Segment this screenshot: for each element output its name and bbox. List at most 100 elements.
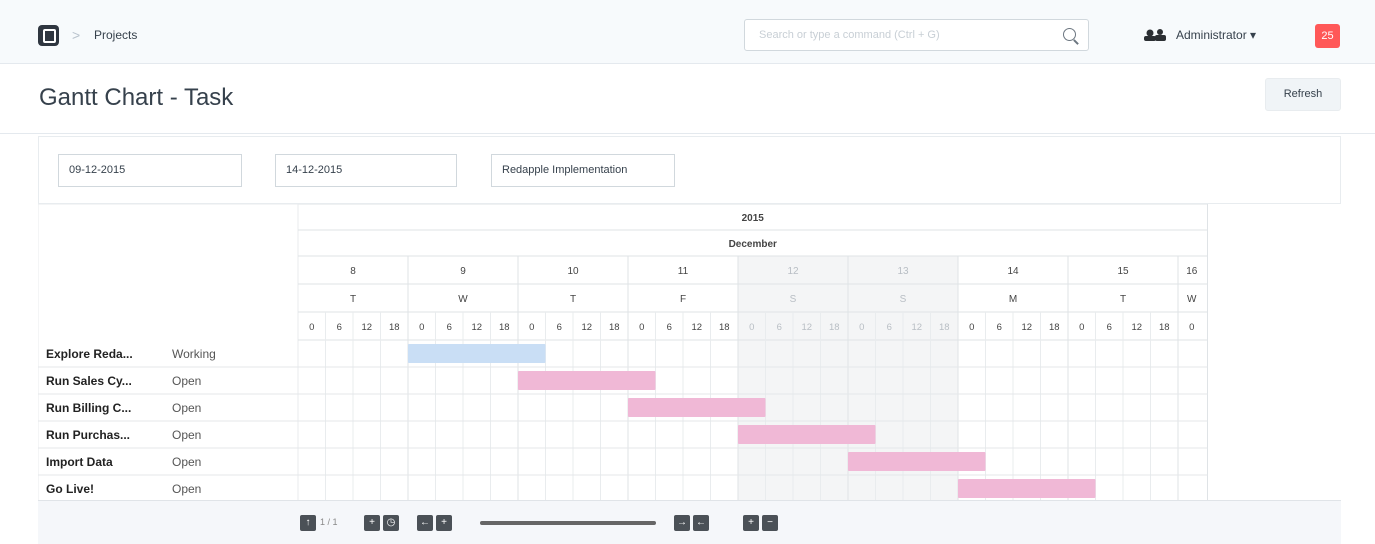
day-date-label: 13 xyxy=(897,266,909,277)
hour-label: 12 xyxy=(581,322,592,333)
collapse-left-icon[interactable]: → xyxy=(674,515,690,531)
search-input[interactable]: Search or type a command (Ctrl + G) xyxy=(744,19,1089,51)
hour-label: 18 xyxy=(719,322,730,333)
task-status: Open xyxy=(172,401,202,415)
clock-icon[interactable]: ◷ xyxy=(383,515,399,531)
year-label: 2015 xyxy=(742,213,765,224)
collapse-right-icon[interactable]: ← xyxy=(693,515,709,531)
hour-label: 18 xyxy=(1159,322,1170,333)
day-weekday-label: S xyxy=(900,294,907,305)
task-name[interactable]: Run Sales Cy... xyxy=(46,374,132,388)
day-weekday-label: T xyxy=(570,294,576,305)
to-date-input[interactable]: 14-12-2015 xyxy=(275,154,457,187)
day-weekday-label: T xyxy=(1120,294,1126,305)
day-date-label: 9 xyxy=(460,266,466,277)
day-date-label: 12 xyxy=(787,266,799,277)
task-bar[interactable] xyxy=(408,344,546,363)
day-weekday-label: F xyxy=(680,294,686,305)
task-bar[interactable] xyxy=(848,452,986,471)
zoom-in-icon[interactable]: + xyxy=(743,515,759,531)
hour-label: 18 xyxy=(389,322,400,333)
gantt-chart: 2015 December 8 T 0 6 12 18 9 W 0 6 12 18 10 T 0 6 12 18 11 F… xyxy=(38,204,1341,544)
hour-label: 0 xyxy=(859,322,864,333)
hour-label: 6 xyxy=(777,322,782,333)
task-name[interactable]: Run Billing C... xyxy=(46,401,131,415)
task-bar[interactable] xyxy=(518,371,656,390)
day-weekday-label: S xyxy=(790,294,797,305)
refresh-button[interactable]: Refresh xyxy=(1265,78,1341,111)
zoom-out-icon[interactable]: − xyxy=(762,515,778,531)
day-date-label: 14 xyxy=(1007,266,1019,277)
day-weekday-label: T xyxy=(350,294,356,305)
task-name[interactable]: Import Data xyxy=(46,455,113,469)
hour-label: 0 xyxy=(749,322,754,333)
page-header: Gantt Chart - Task Refresh xyxy=(0,64,1375,134)
breadcrumb-chevron-icon: > xyxy=(72,27,81,43)
hour-label: 18 xyxy=(829,322,840,333)
user-avatar-icon[interactable] xyxy=(1142,29,1168,41)
zoom-slider[interactable] xyxy=(480,521,656,525)
hour-label: 0 xyxy=(419,322,424,333)
day-weekday-label: M xyxy=(1009,294,1017,305)
hour-label: 6 xyxy=(557,322,562,333)
expand-icon[interactable]: ↑ xyxy=(300,515,316,531)
hour-label: 12 xyxy=(691,322,702,333)
task-status: Open xyxy=(172,455,202,469)
prev-icon[interactable]: ← xyxy=(417,515,433,531)
task-name[interactable]: Explore Reda... xyxy=(46,347,133,361)
hour-label: 6 xyxy=(887,322,892,333)
task-status: Open xyxy=(172,374,202,388)
day-weekday-label: W xyxy=(1187,294,1197,305)
add-icon[interactable]: + xyxy=(364,515,380,531)
hour-label: 12 xyxy=(1021,322,1032,333)
hour-label: 18 xyxy=(939,322,950,333)
project-input[interactable]: Redapple Implementation xyxy=(491,154,675,187)
day-date-label: 15 xyxy=(1117,266,1129,277)
search-icon[interactable] xyxy=(1063,28,1076,41)
hour-label: 6 xyxy=(337,322,342,333)
day-date-label: 10 xyxy=(567,266,579,277)
breadcrumb-projects[interactable]: Projects xyxy=(94,28,137,42)
hour-label: 0 xyxy=(1189,322,1194,333)
hour-label: 18 xyxy=(1049,322,1060,333)
hour-label: 18 xyxy=(499,322,510,333)
hour-label: 12 xyxy=(471,322,482,333)
task-bar[interactable] xyxy=(738,425,876,444)
hour-label: 12 xyxy=(911,322,922,333)
task-name[interactable]: Go Live! xyxy=(46,482,94,496)
page-title: Gantt Chart - Task xyxy=(39,84,234,111)
page-indicator: 1 / 1 xyxy=(320,517,338,527)
hour-label: 0 xyxy=(309,322,314,333)
hour-label: 12 xyxy=(801,322,812,333)
hour-label: 12 xyxy=(361,322,372,333)
search-placeholder: Search or type a command (Ctrl + G) xyxy=(759,29,940,41)
from-date-input[interactable]: 09-12-2015 xyxy=(58,154,242,187)
gantt-controls: ↑ 1 / 1 + ◷ ← + → ← + − xyxy=(38,500,1341,544)
day-date-label: 16 xyxy=(1186,266,1198,277)
hour-label: 0 xyxy=(529,322,534,333)
gantt-grid: 2015 December 8 T 0 6 12 18 9 W 0 6 12 18 10 T 0 6 12 18 11 F… xyxy=(38,204,1208,500)
hour-label: 6 xyxy=(667,322,672,333)
task-bar[interactable] xyxy=(958,479,1096,498)
navbar: > Projects Search or type a command (Ctr… xyxy=(0,0,1375,64)
filter-area: 09-12-2015 14-12-2015 Redapple Implement… xyxy=(38,136,1341,204)
next-icon[interactable]: + xyxy=(436,515,452,531)
day-date-label: 11 xyxy=(678,266,689,277)
hour-label: 0 xyxy=(1079,322,1084,333)
task-bar[interactable] xyxy=(628,398,766,417)
hour-label: 0 xyxy=(969,322,974,333)
hour-label: 18 xyxy=(609,322,620,333)
hour-label: 6 xyxy=(447,322,452,333)
notification-badge[interactable]: 25 xyxy=(1315,24,1340,48)
task-name[interactable]: Run Purchas... xyxy=(46,428,130,442)
hour-label: 6 xyxy=(997,322,1002,333)
task-status: Open xyxy=(172,482,202,496)
day-weekday-label: W xyxy=(458,294,468,305)
month-label: December xyxy=(729,239,777,250)
user-menu[interactable]: Administrator ▾ xyxy=(1176,28,1256,42)
hour-label: 12 xyxy=(1131,322,1142,333)
task-status: Open xyxy=(172,428,202,442)
app-logo-icon[interactable] xyxy=(38,25,59,46)
hour-label: 6 xyxy=(1107,322,1112,333)
day-date-label: 8 xyxy=(350,266,356,277)
